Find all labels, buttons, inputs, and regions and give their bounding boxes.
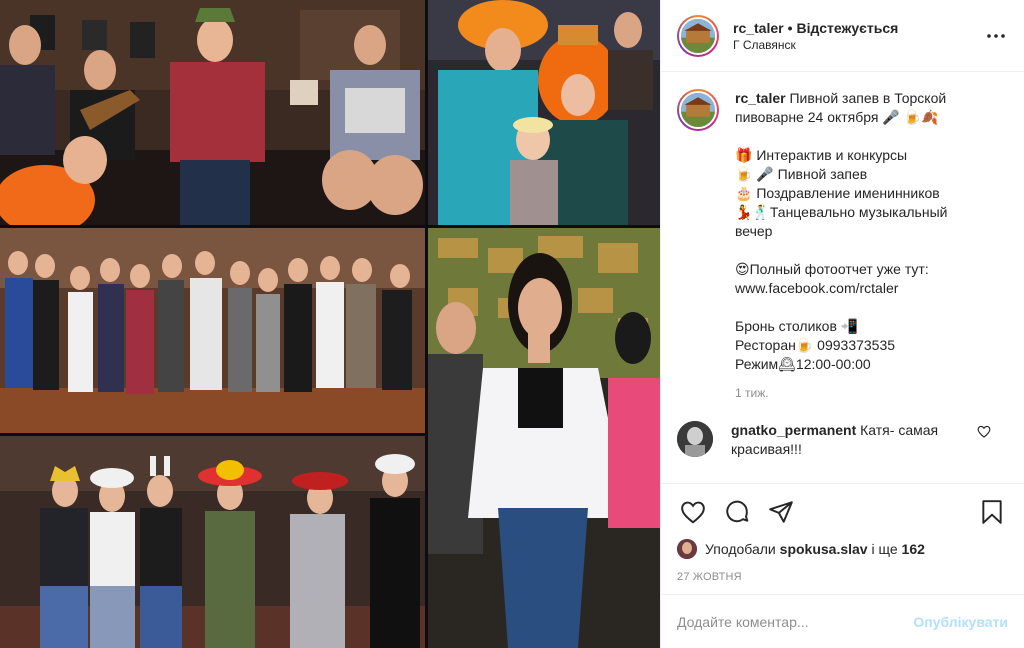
collage-photo-hats (0, 436, 425, 648)
caption-text-line (735, 298, 995, 317)
post-caption: rc_taler Пивной запев в Торской пивоварн… (677, 89, 1008, 403)
caption-text-line: 🍺 🎤 Пивной запев (735, 166, 868, 182)
post-header: rc_taler • Відстежується Г Славянск (661, 0, 1024, 72)
collage-photo-group (0, 228, 425, 433)
post-actions: Уподобали spokusa.slav і ще 162 27 жовтн… (661, 483, 1024, 583)
caption-text-line: Ресторан🍺 0993373535 (735, 337, 896, 353)
separator-dot: • (787, 19, 793, 36)
post-location[interactable]: Г Славянск (733, 37, 984, 53)
liker-username[interactable]: spokusa.slav (780, 541, 868, 557)
caption-text-line (735, 241, 995, 260)
heart-icon[interactable] (677, 496, 709, 528)
post-side-panel: rc_taler • Відстежується Г Славянск rc_t… (660, 0, 1024, 648)
comment-bubble-icon[interactable] (721, 496, 753, 528)
author-username[interactable]: rc_taler (733, 20, 784, 36)
likes-middle: і ще (871, 541, 898, 557)
following-status[interactable]: Відстежується (797, 20, 899, 36)
caption-text-line: 😍Полный фотоотчет уже тут: (735, 261, 929, 277)
commenter-username[interactable]: gnatko_permanent (731, 422, 856, 438)
liker-avatar[interactable] (677, 539, 697, 559)
post-date[interactable]: 27 жовтня (677, 571, 1008, 583)
collage-photo-band (0, 0, 425, 225)
add-comment-bar: Опублікувати (661, 594, 1024, 648)
comment-input[interactable] (677, 613, 914, 630)
caption-author-avatar[interactable] (677, 89, 719, 131)
likes-summary[interactable]: Уподобали spokusa.slav і ще 162 (677, 539, 1008, 559)
post-photo-collage[interactable] (0, 0, 660, 648)
comment-like-heart-icon[interactable] (977, 425, 991, 459)
collage-photo-dancer (428, 228, 660, 648)
caption-text-line: пивоварне 24 октября 🎤 🍺🍂 (735, 109, 939, 125)
instagram-post: rc_taler • Відстежується Г Славянск rc_t… (0, 0, 1024, 648)
caption-text-line: вечер (735, 223, 773, 239)
caption-text-line: 🎁 Интерактив и конкурсы (735, 147, 908, 163)
caption-age[interactable]: 1 тиж. (735, 384, 995, 403)
caption-text-line: 🎂 Поздравление именинников (735, 185, 940, 201)
caption-text-line: Режим🕰12:00-00:00 (735, 356, 871, 372)
caption-text-line: Пивной запев в Торской (789, 90, 947, 106)
publish-button[interactable]: Опублікувати (913, 614, 1008, 630)
caption-username[interactable]: rc_taler (735, 90, 786, 106)
paper-plane-icon[interactable] (765, 496, 797, 528)
likes-prefix: Уподобали (705, 541, 776, 557)
bookmark-icon[interactable] (976, 496, 1008, 528)
caption-text-line: Бронь столиков 📲 (735, 318, 859, 334)
comments-area[interactable]: rc_taler Пивной запев в Торской пивоварн… (661, 73, 1024, 483)
collage-photo-wigs (428, 0, 660, 225)
caption-link[interactable]: www.facebook.com/rctaler (735, 279, 995, 298)
author-avatar[interactable] (677, 14, 719, 57)
comment-item: gnatko_permanent Катя- самая красивая!!! (677, 421, 1008, 459)
caption-text-line: 💃🕺Танцевально музыкальный (735, 204, 948, 220)
more-dots-icon[interactable] (984, 24, 1008, 48)
commenter-avatar[interactable] (677, 421, 713, 457)
likes-count[interactable]: 162 (902, 541, 925, 557)
caption-text-line (735, 127, 995, 146)
